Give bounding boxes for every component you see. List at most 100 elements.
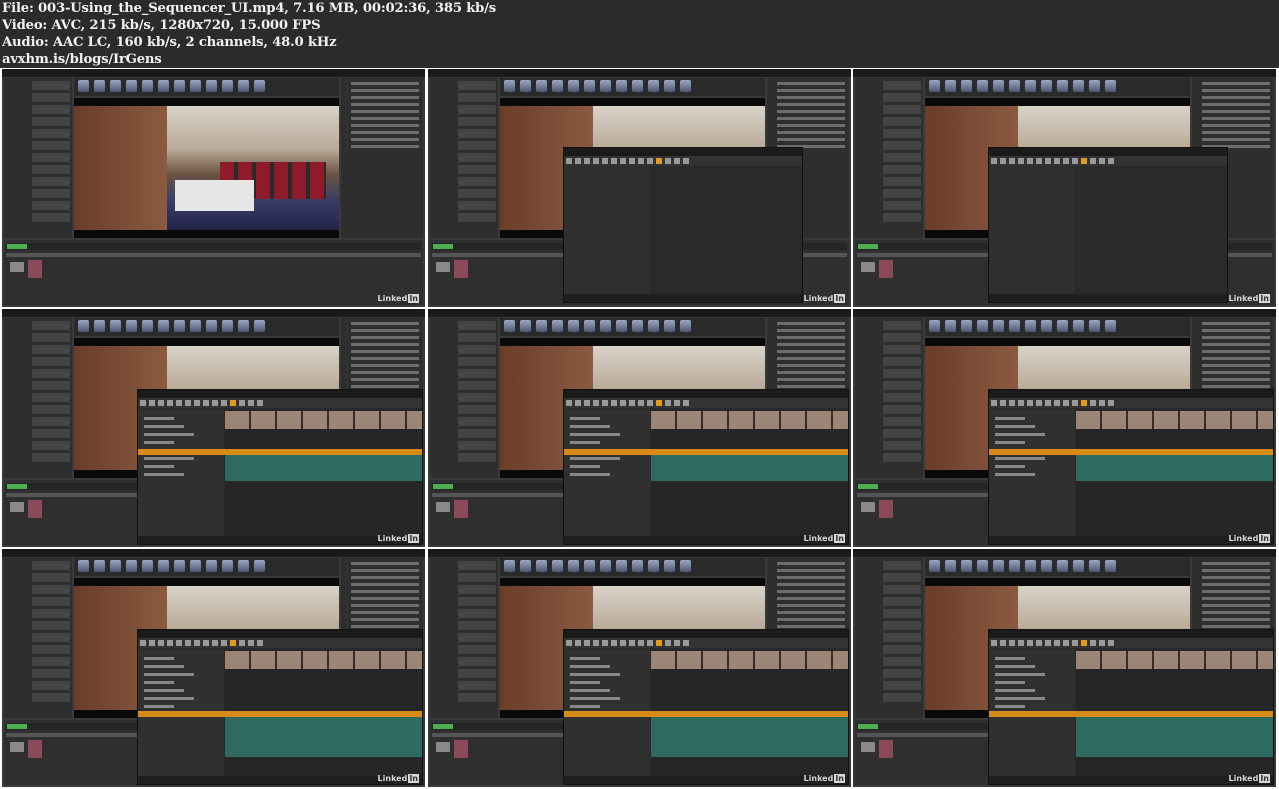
sequencer-tool-icon[interactable] — [212, 640, 218, 646]
sequencer-tool-icon[interactable] — [647, 640, 653, 646]
level-sequence-asset[interactable] — [454, 740, 468, 758]
sequencer-tool-icon[interactable] — [991, 400, 997, 406]
sequencer-tool-icon[interactable] — [203, 640, 209, 646]
sequencer-tool-icon[interactable] — [239, 640, 245, 646]
sequencer-tool-icon[interactable] — [1054, 400, 1060, 406]
sequencer-tool-icon[interactable] — [647, 158, 653, 164]
sequencer-tool-icon[interactable] — [167, 640, 173, 646]
sequencer-tool-icon[interactable] — [1036, 640, 1042, 646]
sequencer-tool-icon[interactable] — [611, 400, 617, 406]
sequencer-tool-icon[interactable] — [629, 158, 635, 164]
sequencer-tool-icon[interactable] — [1090, 158, 1096, 164]
sequencer-tool-icon[interactable] — [638, 158, 644, 164]
level-sequence-asset[interactable] — [879, 500, 893, 518]
sequencer-tool-icon[interactable] — [602, 640, 608, 646]
add-new-button[interactable] — [858, 724, 878, 729]
level-sequence-asset[interactable] — [879, 740, 893, 758]
sequencer-tool-icon[interactable] — [584, 158, 590, 164]
sequencer-tool-icon[interactable] — [647, 400, 653, 406]
sequencer-tool-icon[interactable] — [1000, 640, 1006, 646]
add-new-button[interactable] — [433, 724, 453, 729]
sequencer-tool-icon[interactable] — [575, 640, 581, 646]
content-search-input[interactable] — [6, 253, 421, 257]
sequencer-tool-icon[interactable] — [674, 640, 680, 646]
sequencer-tool-icon[interactable] — [638, 400, 644, 406]
sequencer-tool-icon[interactable] — [1099, 400, 1105, 406]
sequencer-tool-icon[interactable] — [257, 640, 263, 646]
sequencer-tool-icon[interactable] — [248, 400, 254, 406]
add-new-button[interactable] — [858, 244, 878, 249]
sequencer-tool-icon[interactable] — [656, 400, 662, 406]
sequencer-tool-icon[interactable] — [575, 400, 581, 406]
sequencer-tool-icon[interactable] — [683, 640, 689, 646]
sequencer-tool-icon[interactable] — [1054, 640, 1060, 646]
sequencer-tool-icon[interactable] — [257, 400, 263, 406]
sequencer-tool-icon[interactable] — [991, 640, 997, 646]
sequencer-tool-icon[interactable] — [1009, 400, 1015, 406]
sequencer-tool-icon[interactable] — [674, 400, 680, 406]
sequencer-tool-icon[interactable] — [194, 640, 200, 646]
sequencer-tool-icon[interactable] — [629, 640, 635, 646]
level-sequence-asset[interactable] — [28, 500, 42, 518]
sequencer-tool-icon[interactable] — [167, 400, 173, 406]
sequencer-tool-icon[interactable] — [584, 640, 590, 646]
sequencer-tool-icon[interactable] — [593, 158, 599, 164]
sequencer-tool-icon[interactable] — [185, 400, 191, 406]
sequencer-tool-icon[interactable] — [194, 400, 200, 406]
sequencer-tool-icon[interactable] — [566, 158, 572, 164]
sequencer-tool-icon[interactable] — [140, 400, 146, 406]
sequencer-tool-icon[interactable] — [1027, 158, 1033, 164]
add-new-button[interactable] — [433, 244, 453, 249]
sequencer-tool-icon[interactable] — [602, 400, 608, 406]
sequencer-tool-icon[interactable] — [1036, 158, 1042, 164]
level-sequence-asset[interactable] — [28, 740, 42, 758]
sequencer-tool-icon[interactable] — [566, 400, 572, 406]
sequencer-tool-icon[interactable] — [1009, 640, 1015, 646]
sequencer-tool-icon[interactable] — [1108, 640, 1114, 646]
sequencer-tool-icon[interactable] — [149, 640, 155, 646]
sequencer-tool-icon[interactable] — [140, 640, 146, 646]
sequencer-tool-icon[interactable] — [1072, 640, 1078, 646]
add-new-button[interactable] — [433, 484, 453, 489]
sequencer-tool-icon[interactable] — [1081, 640, 1087, 646]
sequencer-tool-icon[interactable] — [1099, 158, 1105, 164]
sequencer-tool-icon[interactable] — [593, 400, 599, 406]
sequencer-tool-icon[interactable] — [991, 158, 997, 164]
sequencer-tool-icon[interactable] — [185, 640, 191, 646]
sequencer-tool-icon[interactable] — [575, 158, 581, 164]
sequencer-tool-icon[interactable] — [584, 400, 590, 406]
sequencer-tool-icon[interactable] — [638, 640, 644, 646]
level-sequence-asset[interactable] — [454, 500, 468, 518]
sequencer-tool-icon[interactable] — [212, 400, 218, 406]
sequencer-tool-icon[interactable] — [230, 400, 236, 406]
sequencer-tool-icon[interactable] — [665, 400, 671, 406]
sequencer-tool-icon[interactable] — [1018, 640, 1024, 646]
sequencer-tool-icon[interactable] — [629, 400, 635, 406]
sequencer-tool-icon[interactable] — [1090, 640, 1096, 646]
sequencer-tool-icon[interactable] — [611, 640, 617, 646]
sequencer-tool-icon[interactable] — [1018, 158, 1024, 164]
sequencer-tool-icon[interactable] — [656, 640, 662, 646]
sequencer-tool-icon[interactable] — [1045, 158, 1051, 164]
sequencer-tool-icon[interactable] — [683, 400, 689, 406]
sequencer-tool-icon[interactable] — [221, 400, 227, 406]
sequencer-tool-icon[interactable] — [665, 158, 671, 164]
sequencer-tool-icon[interactable] — [1027, 640, 1033, 646]
sequencer-tool-icon[interactable] — [1045, 640, 1051, 646]
level-sequence-asset[interactable] — [28, 260, 42, 278]
sequencer-tool-icon[interactable] — [1108, 158, 1114, 164]
sequencer-tool-icon[interactable] — [221, 640, 227, 646]
level-sequence-asset[interactable] — [879, 260, 893, 278]
sequencer-tool-icon[interactable] — [1036, 400, 1042, 406]
sequencer-tool-icon[interactable] — [158, 400, 164, 406]
sequencer-tool-icon[interactable] — [1045, 400, 1051, 406]
sequencer-tool-icon[interactable] — [620, 158, 626, 164]
add-new-button[interactable] — [7, 484, 27, 489]
sequencer-tool-icon[interactable] — [1081, 158, 1087, 164]
sequencer-tool-icon[interactable] — [674, 158, 680, 164]
sequencer-tool-icon[interactable] — [230, 640, 236, 646]
sequencer-tool-icon[interactable] — [1000, 158, 1006, 164]
add-new-button[interactable] — [7, 244, 27, 249]
sequencer-tool-icon[interactable] — [593, 640, 599, 646]
add-new-button[interactable] — [7, 724, 27, 729]
